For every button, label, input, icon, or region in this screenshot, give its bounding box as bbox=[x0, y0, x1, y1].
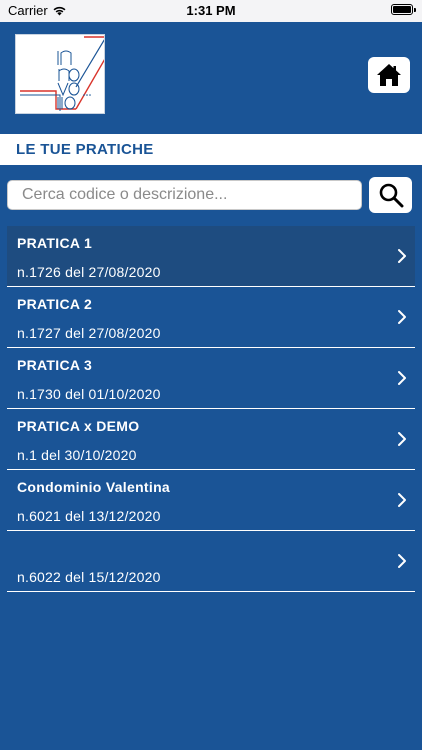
pratica-title: Condominio Valentina bbox=[17, 479, 171, 495]
chevron-right-icon bbox=[398, 554, 406, 568]
list-item[interactable]: PRATICA 3 n.1730 del 01/10/2020 bbox=[7, 348, 415, 409]
pratica-subtitle: n.1726 del 27/08/2020 bbox=[17, 264, 161, 280]
pratiche-list: PRATICA 1 n.1726 del 27/08/2020 PRATICA … bbox=[7, 226, 415, 592]
list-item[interactable]: PRATICA x DEMO n.1 del 30/10/2020 bbox=[7, 409, 415, 470]
pratica-subtitle: n.1 del 30/10/2020 bbox=[17, 447, 137, 463]
list-item[interactable]: PRATICA 1 n.1726 del 27/08/2020 bbox=[7, 226, 415, 287]
app-header bbox=[0, 22, 422, 132]
pratica-title: PRATICA 3 bbox=[17, 357, 93, 373]
list-item[interactable]: n.6022 del 15/12/2020 bbox=[7, 531, 415, 592]
list-item[interactable]: Condominio Valentina n.6021 del 13/12/20… bbox=[7, 470, 415, 531]
company-logo bbox=[15, 34, 105, 114]
chevron-right-icon bbox=[398, 493, 406, 507]
pratica-title: PRATICA x DEMO bbox=[17, 418, 140, 434]
search-input[interactable] bbox=[7, 180, 362, 210]
pratica-subtitle: n.1730 del 01/10/2020 bbox=[17, 386, 161, 402]
pratica-title: PRATICA 2 bbox=[17, 296, 93, 312]
pratica-title: PRATICA 1 bbox=[17, 235, 93, 251]
pratica-subtitle: n.6022 del 15/12/2020 bbox=[17, 569, 161, 585]
list-item[interactable]: PRATICA 2 n.1727 del 27/08/2020 bbox=[7, 287, 415, 348]
pratica-subtitle: n.1727 del 27/08/2020 bbox=[17, 325, 161, 341]
chevron-right-icon bbox=[398, 310, 406, 324]
chevron-right-icon bbox=[398, 371, 406, 385]
logo-graphic bbox=[20, 36, 104, 111]
status-bar: Carrier 1:31 PM bbox=[0, 0, 422, 22]
pratica-subtitle: n.6021 del 13/12/2020 bbox=[17, 508, 161, 524]
section-title: LE TUE PRATICHE bbox=[16, 141, 154, 158]
search-icon bbox=[379, 183, 403, 208]
clock: 1:31 PM bbox=[186, 3, 236, 18]
chevron-right-icon bbox=[398, 432, 406, 446]
section-header: LE TUE PRATICHE bbox=[0, 134, 422, 165]
battery-icon bbox=[391, 4, 416, 15]
home-icon bbox=[377, 64, 401, 86]
chevron-right-icon bbox=[398, 249, 406, 263]
home-button[interactable] bbox=[368, 57, 410, 93]
search-button[interactable] bbox=[369, 177, 412, 213]
